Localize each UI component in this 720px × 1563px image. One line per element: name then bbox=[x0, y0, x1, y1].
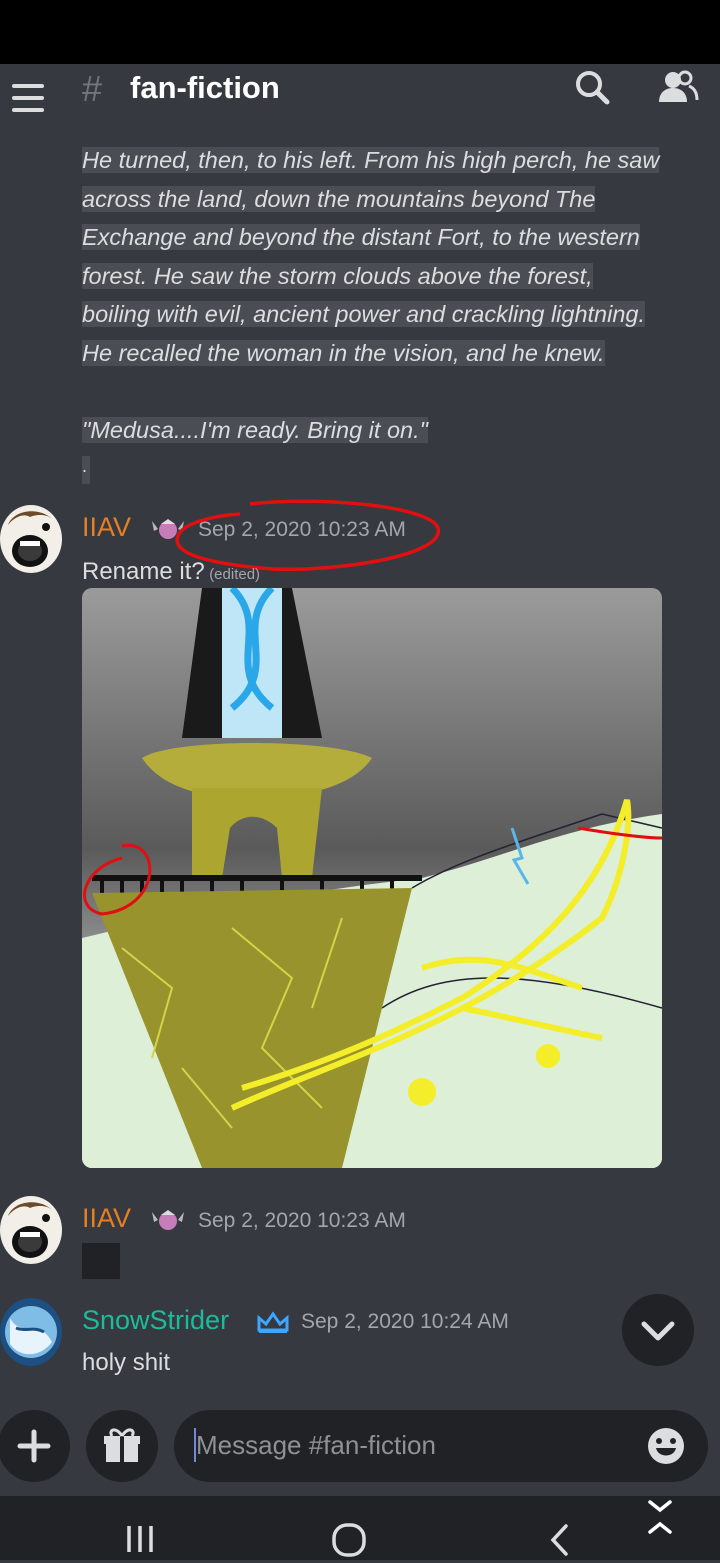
black-square-attachment[interactable] bbox=[82, 1243, 120, 1279]
emoji-icon[interactable] bbox=[646, 1426, 686, 1471]
story-line: "Medusa....I'm ready. Bring it on." bbox=[82, 417, 428, 443]
trailing-dot: . bbox=[82, 456, 90, 484]
search-icon[interactable] bbox=[572, 66, 616, 110]
hamburger-menu-icon[interactable] bbox=[10, 76, 48, 122]
username[interactable]: SnowStrider bbox=[82, 1305, 229, 1336]
story-line: Exchange and beyond the distant Fort, to… bbox=[82, 224, 640, 250]
story-line: He recalled the woman in the vision, and… bbox=[82, 339, 605, 366]
story-line: forest. He saw the storm clouds above th… bbox=[82, 262, 593, 289]
avatar[interactable] bbox=[0, 1196, 62, 1264]
keyboard-toggle-icon[interactable] bbox=[646, 1496, 674, 1545]
plus-icon bbox=[17, 1429, 51, 1463]
message-text: holy shit bbox=[82, 1349, 171, 1376]
home-icon[interactable] bbox=[330, 1522, 370, 1563]
story-line: boiling with evil, ancient power and cra… bbox=[82, 301, 646, 327]
image-attachment[interactable] bbox=[82, 588, 662, 1168]
status-bar bbox=[0, 0, 720, 64]
timestamp: Sep 2, 2020 10:23 AM bbox=[198, 1209, 406, 1232]
story-line: He turned, then, to his left. From his h… bbox=[82, 147, 660, 173]
chevron-down-icon bbox=[641, 1321, 675, 1341]
avatar[interactable] bbox=[0, 1298, 62, 1366]
edited-label: (edited) bbox=[209, 566, 261, 583]
story-line: across the land, down the mountains beyo… bbox=[82, 185, 596, 212]
channel-header: # fan-fiction bbox=[0, 64, 720, 138]
jump-to-present-button[interactable] bbox=[622, 1294, 694, 1366]
message-text: Rename it? bbox=[82, 558, 205, 585]
timestamp: Sep 2, 2020 10:24 AM bbox=[301, 1310, 509, 1333]
message-input[interactable]: Message #fan-fiction bbox=[174, 1410, 708, 1482]
gift-button[interactable] bbox=[86, 1410, 158, 1482]
message-input-placeholder: Message #fan-fiction bbox=[196, 1430, 436, 1460]
role-badge-icon bbox=[150, 1206, 186, 1239]
add-attachment-button[interactable] bbox=[0, 1410, 70, 1482]
story-closing-line: "Medusa....I'm ready. Bring it on." bbox=[82, 411, 702, 450]
members-icon[interactable] bbox=[656, 66, 700, 110]
avatar[interactable] bbox=[0, 505, 62, 573]
username[interactable]: IIAV bbox=[82, 1203, 131, 1234]
story-paragraph: He turned, then, to his left. From his h… bbox=[82, 141, 702, 372]
username[interactable]: IIAV bbox=[82, 512, 131, 543]
crown-badge-icon bbox=[256, 1310, 290, 1341]
message-content: Rename it? (edited) bbox=[82, 558, 260, 586]
system-nav-bar bbox=[0, 1496, 720, 1560]
channel-name: fan-fiction bbox=[130, 70, 280, 105]
gift-icon bbox=[104, 1428, 140, 1462]
back-icon[interactable] bbox=[546, 1522, 576, 1563]
channel-hash-icon: # bbox=[82, 68, 103, 109]
recent-apps-icon[interactable] bbox=[124, 1522, 158, 1561]
